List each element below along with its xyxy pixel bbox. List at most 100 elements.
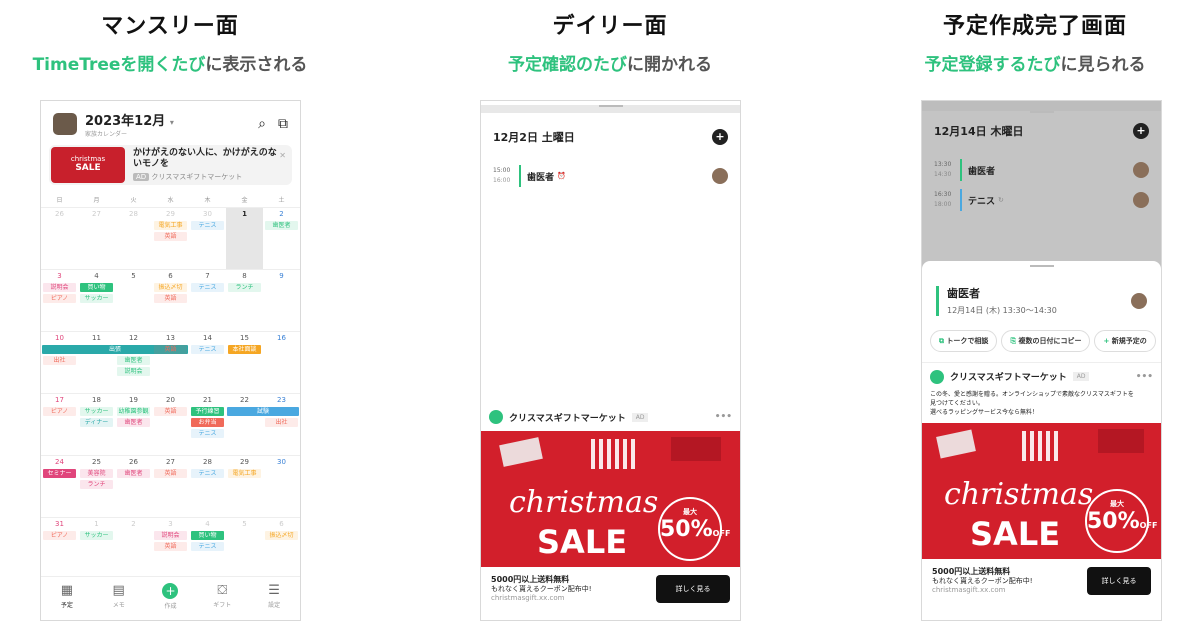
tab-3[interactable]: ⛋ ギフト <box>196 577 248 620</box>
calendar-event[interactable]: テニス <box>191 283 224 292</box>
calendar-event[interactable]: 英語 <box>154 345 187 354</box>
calendar-event[interactable]: テニス <box>191 429 224 438</box>
calendar-event[interactable]: 電気工事 <box>228 469 261 478</box>
day-cell[interactable]: 4 <box>78 272 115 280</box>
day-cell[interactable]: 24 <box>41 458 78 466</box>
calendar-event[interactable]: 歯医者 <box>117 418 150 427</box>
close-icon[interactable]: ✕ <box>279 151 286 160</box>
calendar-event[interactable]: サッカー <box>80 294 113 303</box>
ad-banner[interactable]: christmas SALE 最大 50%OFF <box>922 423 1161 559</box>
calendar-event[interactable]: 英語 <box>154 407 187 416</box>
month-selector[interactable]: 2023年12月 ▾ 家族カレンダー <box>85 110 174 138</box>
day-cell[interactable]: 19 <box>115 396 152 404</box>
calendar-event[interactable]: 説明会 <box>154 531 187 540</box>
calendar-event[interactable]: 美容院 <box>80 469 113 478</box>
calendar-event[interactable]: 出社 <box>43 356 76 365</box>
calendar-event[interactable]: 英語 <box>154 542 187 551</box>
calendar-event[interactable]: 歯医者 <box>265 221 298 230</box>
day-cell[interactable]: 9 <box>263 272 300 280</box>
calendar-event[interactable]: 振込〆切 <box>265 531 298 540</box>
day-cell[interactable]: 22 <box>226 396 263 404</box>
calendar-event[interactable]: ピアノ <box>43 531 76 540</box>
day-cell[interactable]: 4 <box>189 520 226 528</box>
calendar-event[interactable]: 電気工事 <box>154 221 187 230</box>
day-cell[interactable]: 14 <box>189 334 226 342</box>
calendar-event[interactable]: サッカー <box>80 531 113 540</box>
day-cell[interactable]: 11 <box>78 334 115 342</box>
calendar-event[interactable]: 歯医者 <box>117 469 150 478</box>
day-cell[interactable]: 13 <box>152 334 189 342</box>
calendar-event[interactable]: セミナー <box>43 469 76 478</box>
calendar-avatar[interactable] <box>53 113 77 135</box>
day-cell[interactable]: 27 <box>78 210 115 218</box>
add-event-button[interactable]: + <box>712 129 728 145</box>
more-options-icon[interactable]: ••• <box>1136 372 1153 382</box>
day-cell[interactable]: 25 <box>78 458 115 466</box>
calendar-event[interactable]: 本社面談 <box>228 345 261 354</box>
calendar-event[interactable]: 英語 <box>154 469 187 478</box>
event-row[interactable]: 15:00 16:00 歯医者 ⏰ <box>481 161 740 191</box>
calendar-event[interactable]: 買い物 <box>191 531 224 540</box>
calendar-event[interactable]: ランチ <box>80 480 113 489</box>
day-cell[interactable]: 2 <box>115 520 152 528</box>
calendar-event[interactable]: 説明会 <box>43 283 76 292</box>
day-cell[interactable]: 6 <box>152 272 189 280</box>
day-cell[interactable]: 28 <box>115 210 152 218</box>
calendar-event-span[interactable]: 試験 <box>227 407 299 416</box>
calendar-event[interactable]: ピアノ <box>43 407 76 416</box>
more-options-icon[interactable]: ••• <box>715 412 732 422</box>
calendar-event[interactable]: ピアノ <box>43 294 76 303</box>
calendar-event[interactable]: テニス <box>191 221 224 230</box>
day-cell[interactable]: 21 <box>189 396 226 404</box>
calendar-event[interactable]: 予行練習 <box>191 407 224 416</box>
calendar-event[interactable]: ランチ <box>228 283 261 292</box>
calendar-event[interactable]: テニス <box>191 542 224 551</box>
drag-handle[interactable] <box>598 105 623 107</box>
action-button-1[interactable]: ⎘ 複数の日付にコピー <box>1001 330 1091 352</box>
calendar-event[interactable]: お弁当 <box>191 418 224 427</box>
day-cell[interactable]: 27 <box>152 458 189 466</box>
day-cell[interactable]: 8 <box>226 272 263 280</box>
day-cell[interactable]: 10 <box>41 334 78 342</box>
day-cell[interactable]: 17 <box>41 396 78 404</box>
day-cell[interactable]: 26 <box>41 210 78 218</box>
calendar-event[interactable]: 歯医者 <box>117 356 150 365</box>
day-cell[interactable]: 5 <box>115 272 152 280</box>
day-cell[interactable]: 2 <box>263 210 300 218</box>
day-cell[interactable]: 7 <box>189 272 226 280</box>
day-cell[interactable]: 16 <box>263 334 300 342</box>
ad-banner[interactable]: christmas SALE 最大 50%OFF <box>481 431 740 567</box>
action-button-2[interactable]: + 新規予定の <box>1094 330 1156 352</box>
tab-4[interactable]: ☰ 設定 <box>248 577 300 620</box>
monthly-ad-card[interactable]: christmas SALE かけがえのない人に、かけがえのないモノを AD クリ… <box>49 145 292 185</box>
day-cell[interactable]: 20 <box>152 396 189 404</box>
tab-1[interactable]: ▤ メモ <box>93 577 145 620</box>
day-cell[interactable]: 5 <box>226 520 263 528</box>
calendar-event[interactable]: 幼稚園参観 <box>117 407 150 416</box>
tab-0[interactable]: ▦ 予定 <box>41 577 93 620</box>
calendar-event[interactable]: テニス <box>191 469 224 478</box>
day-cell[interactable]: 1 <box>226 210 263 218</box>
day-cell[interactable]: 26 <box>115 458 152 466</box>
day-cell[interactable]: 12 <box>115 334 152 342</box>
day-cell[interactable]: 29 <box>152 210 189 218</box>
day-cell[interactable]: 18 <box>78 396 115 404</box>
calendar-event[interactable]: 英語 <box>154 294 187 303</box>
day-cell[interactable]: 28 <box>189 458 226 466</box>
calendar-event[interactable]: 買い物 <box>80 283 113 292</box>
day-cell[interactable]: 30 <box>263 458 300 466</box>
calendar-event[interactable]: サッカー <box>80 407 113 416</box>
day-cell[interactable]: 3 <box>41 272 78 280</box>
calendar-event[interactable]: ディナー <box>80 418 113 427</box>
action-button-0[interactable]: ⧉ トークで相談 <box>930 330 998 352</box>
day-cell[interactable]: 1 <box>78 520 115 528</box>
day-cell[interactable]: 6 <box>263 520 300 528</box>
calendar-event[interactable]: 英語 <box>154 232 187 241</box>
search-icon[interactable]: ⌕ <box>258 116 266 132</box>
day-cell[interactable]: 3 <box>152 520 189 528</box>
day-cell[interactable]: 31 <box>41 520 78 528</box>
learn-more-button[interactable]: 詳しく見る <box>1087 567 1151 595</box>
event-detail[interactable]: 歯医者 12月14日 (木) 13:30〜14:30 <box>922 267 1161 320</box>
calendar-event[interactable]: 出社 <box>265 418 298 427</box>
day-cell[interactable]: 23 <box>263 396 300 404</box>
